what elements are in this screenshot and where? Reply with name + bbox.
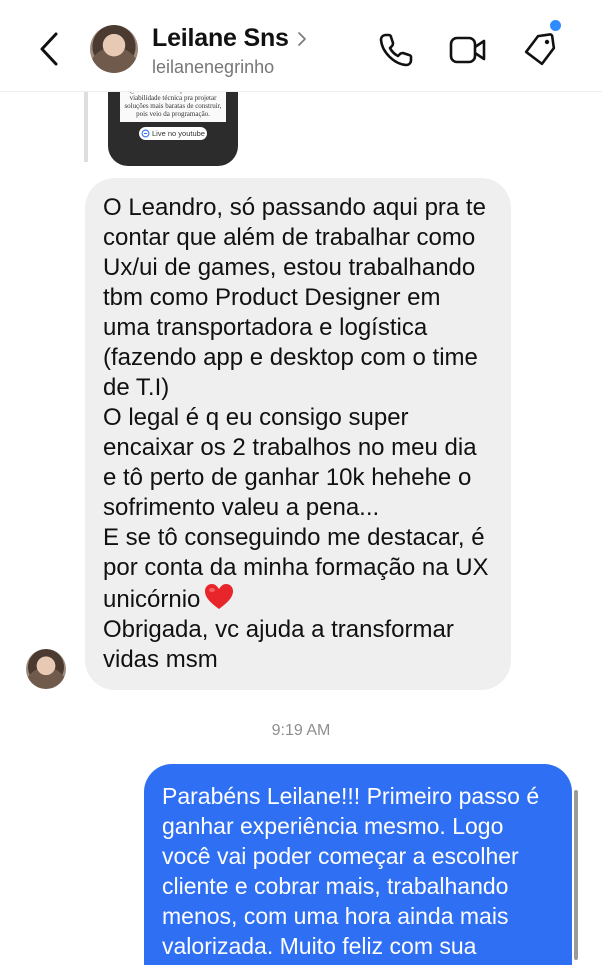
scrollbar[interactable] xyxy=(574,790,578,960)
sender-avatar[interactable] xyxy=(26,649,66,689)
story-caption-line: viabilidade técnica pra projetar xyxy=(129,94,217,102)
message-text: Parabéns Leilane!!! Primeiro passo é gan… xyxy=(162,783,540,965)
red-heart-emoji-icon xyxy=(205,584,234,609)
story-caption-line: pois veio da programação. xyxy=(136,110,210,118)
message-timestamp: 9:19 AM xyxy=(271,722,331,739)
message-paragraph-with-emoji: E se tô conseguindo me destacar, é por c… xyxy=(103,523,493,615)
message-paragraph: O legal é q eu consigo super encaixar os… xyxy=(103,404,477,521)
contact-avatar[interactable] xyxy=(90,25,138,73)
contact-handle: leilanenegrinho xyxy=(152,57,275,77)
chat-screen: Leilane Sns leilanenegrinho viabilidade … xyxy=(0,0,602,965)
video-camera-icon xyxy=(449,36,486,64)
notification-dot xyxy=(550,20,561,31)
phone-icon xyxy=(379,33,413,67)
tag-icon xyxy=(524,33,556,66)
label-button[interactable] xyxy=(520,30,560,70)
chat-header: Leilane Sns leilanenegrinho xyxy=(0,0,602,92)
story-caption-line: soluções mais baratas de construir, xyxy=(124,102,222,110)
live-youtube-link[interactable]: Live no youtube xyxy=(139,127,207,140)
message-paragraph: Obrigada, vc ajuda a transformar vidas m… xyxy=(103,616,454,673)
message-paragraph: E se tô conseguindo me destacar, é por c… xyxy=(103,524,489,613)
voice-call-button[interactable] xyxy=(376,30,416,70)
incoming-message-bubble[interactable]: O Leandro, só passando aqui pra te conta… xyxy=(85,178,511,690)
shared-story-card[interactable]: @ucorserv.co e especialista em viabilida… xyxy=(108,82,238,166)
outgoing-message-bubble[interactable]: Parabéns Leilane!!! Primeiro passo é gan… xyxy=(144,764,572,965)
contact-name-row[interactable]: Leilane Sns xyxy=(152,24,307,53)
contact-name: Leilane Sns xyxy=(152,24,289,52)
chevron-left-icon xyxy=(40,32,58,66)
reply-thread-line xyxy=(84,92,88,162)
link-icon xyxy=(141,129,150,138)
message-paragraph: O Leandro, só passando aqui pra te conta… xyxy=(103,194,486,401)
live-youtube-label: Live no youtube xyxy=(152,129,205,138)
video-call-button[interactable] xyxy=(448,30,488,70)
back-button[interactable] xyxy=(34,30,66,68)
chevron-right-icon xyxy=(297,31,306,46)
